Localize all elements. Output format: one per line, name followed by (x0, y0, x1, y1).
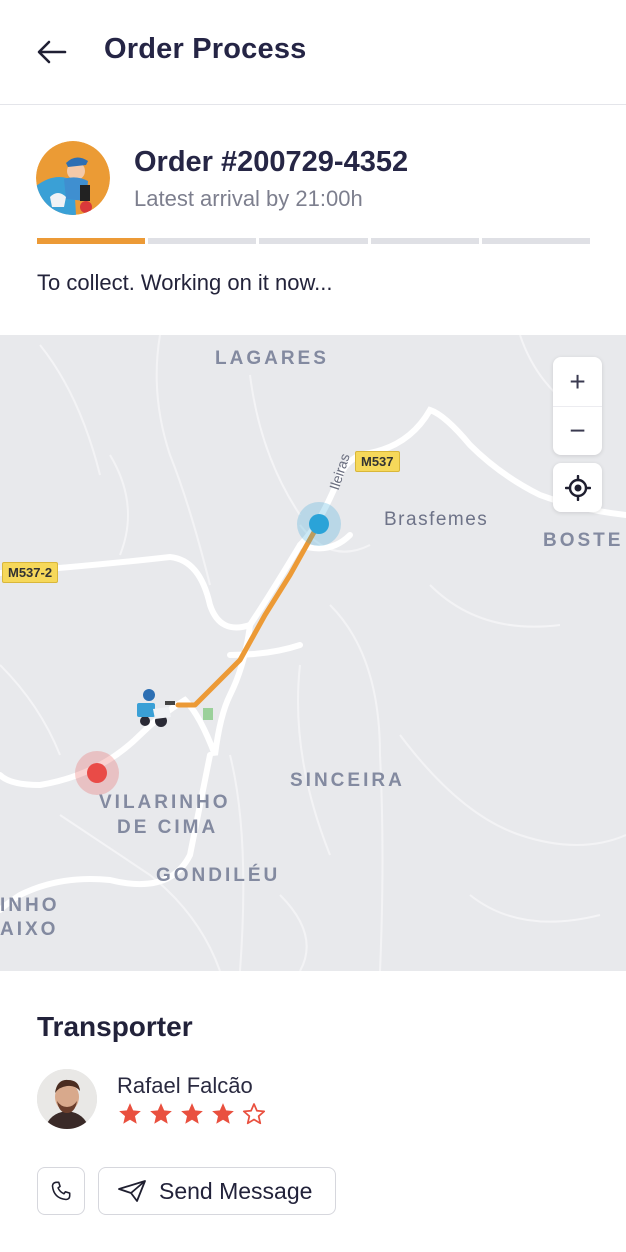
zoom-control: + − (553, 357, 602, 455)
star-filled-icon (181, 1103, 203, 1124)
courier-scooter-icon (137, 689, 175, 727)
order-progress-bar (37, 238, 591, 244)
progress-step (148, 238, 257, 244)
section-title: Transporter (37, 1011, 193, 1042)
phone-icon (51, 1181, 71, 1201)
map-label-brasfemes: Brasfemes (384, 509, 489, 530)
progress-step (37, 238, 146, 244)
rating-stars (117, 1101, 267, 1127)
star-filled-icon (212, 1103, 234, 1124)
back-button[interactable] (30, 32, 74, 72)
star-filled-icon (150, 1103, 172, 1124)
destination-marker[interactable] (309, 514, 329, 534)
progress-step (481, 238, 591, 244)
arrow-left-icon (37, 40, 67, 64)
arrival-time: Latest arrival by 21:00h (134, 186, 363, 211)
star-outline-icon (242, 1103, 266, 1125)
avatar (37, 1069, 97, 1129)
page-title: Order Process (104, 33, 307, 65)
progress-step (370, 238, 479, 244)
road-badge-m537: M537 (355, 451, 400, 472)
call-button[interactable] (37, 1167, 85, 1215)
origin-marker[interactable] (87, 763, 107, 783)
send-message-label: Send Message (159, 1177, 313, 1204)
order-status-text: To collect. Working on it now... (37, 270, 333, 295)
tracking-map[interactable]: LAGARES Brasfemes BOSTE SINCEIRA VILARIN… (0, 335, 626, 971)
app-header: Order Process (0, 0, 626, 105)
delivery-route (175, 522, 321, 708)
locate-me-button[interactable] (553, 463, 602, 512)
transporter-section: Transporter Rafael Falcão Send Message (0, 971, 626, 1252)
star-filled-icon (119, 1103, 141, 1124)
map-label-vilarinho: VILARINHO (99, 792, 231, 813)
progress-step (259, 238, 368, 244)
road-badge-m537-2: M537-2 (2, 562, 59, 583)
order-card: Order #200729-4352 Latest arrival by 21:… (0, 106, 626, 335)
map-label-sinceira: SINCEIRA (290, 770, 405, 791)
zoom-out-button[interactable]: − (553, 406, 602, 455)
park-marker (203, 708, 213, 720)
route-overlay (75, 502, 341, 795)
transporter-name: Rafael Falcão (117, 1073, 253, 1098)
map-label-aixo: AIXO (0, 919, 59, 940)
courier-illustration (36, 141, 110, 215)
send-message-button[interactable]: Send Message (98, 1167, 336, 1215)
map-label-gondileu: GONDILÉU (156, 865, 281, 886)
map-label-inho: INHO (0, 895, 60, 916)
order-number: Order #200729-4352 (134, 146, 409, 178)
zoom-in-button[interactable]: + (553, 357, 602, 406)
map-label-de-cima: DE CIMA (117, 817, 219, 838)
map-label-lagares: LAGARES (215, 348, 329, 369)
map-label-boste: BOSTE (543, 530, 624, 551)
crosshair-icon (564, 474, 591, 501)
send-icon (118, 1180, 146, 1202)
